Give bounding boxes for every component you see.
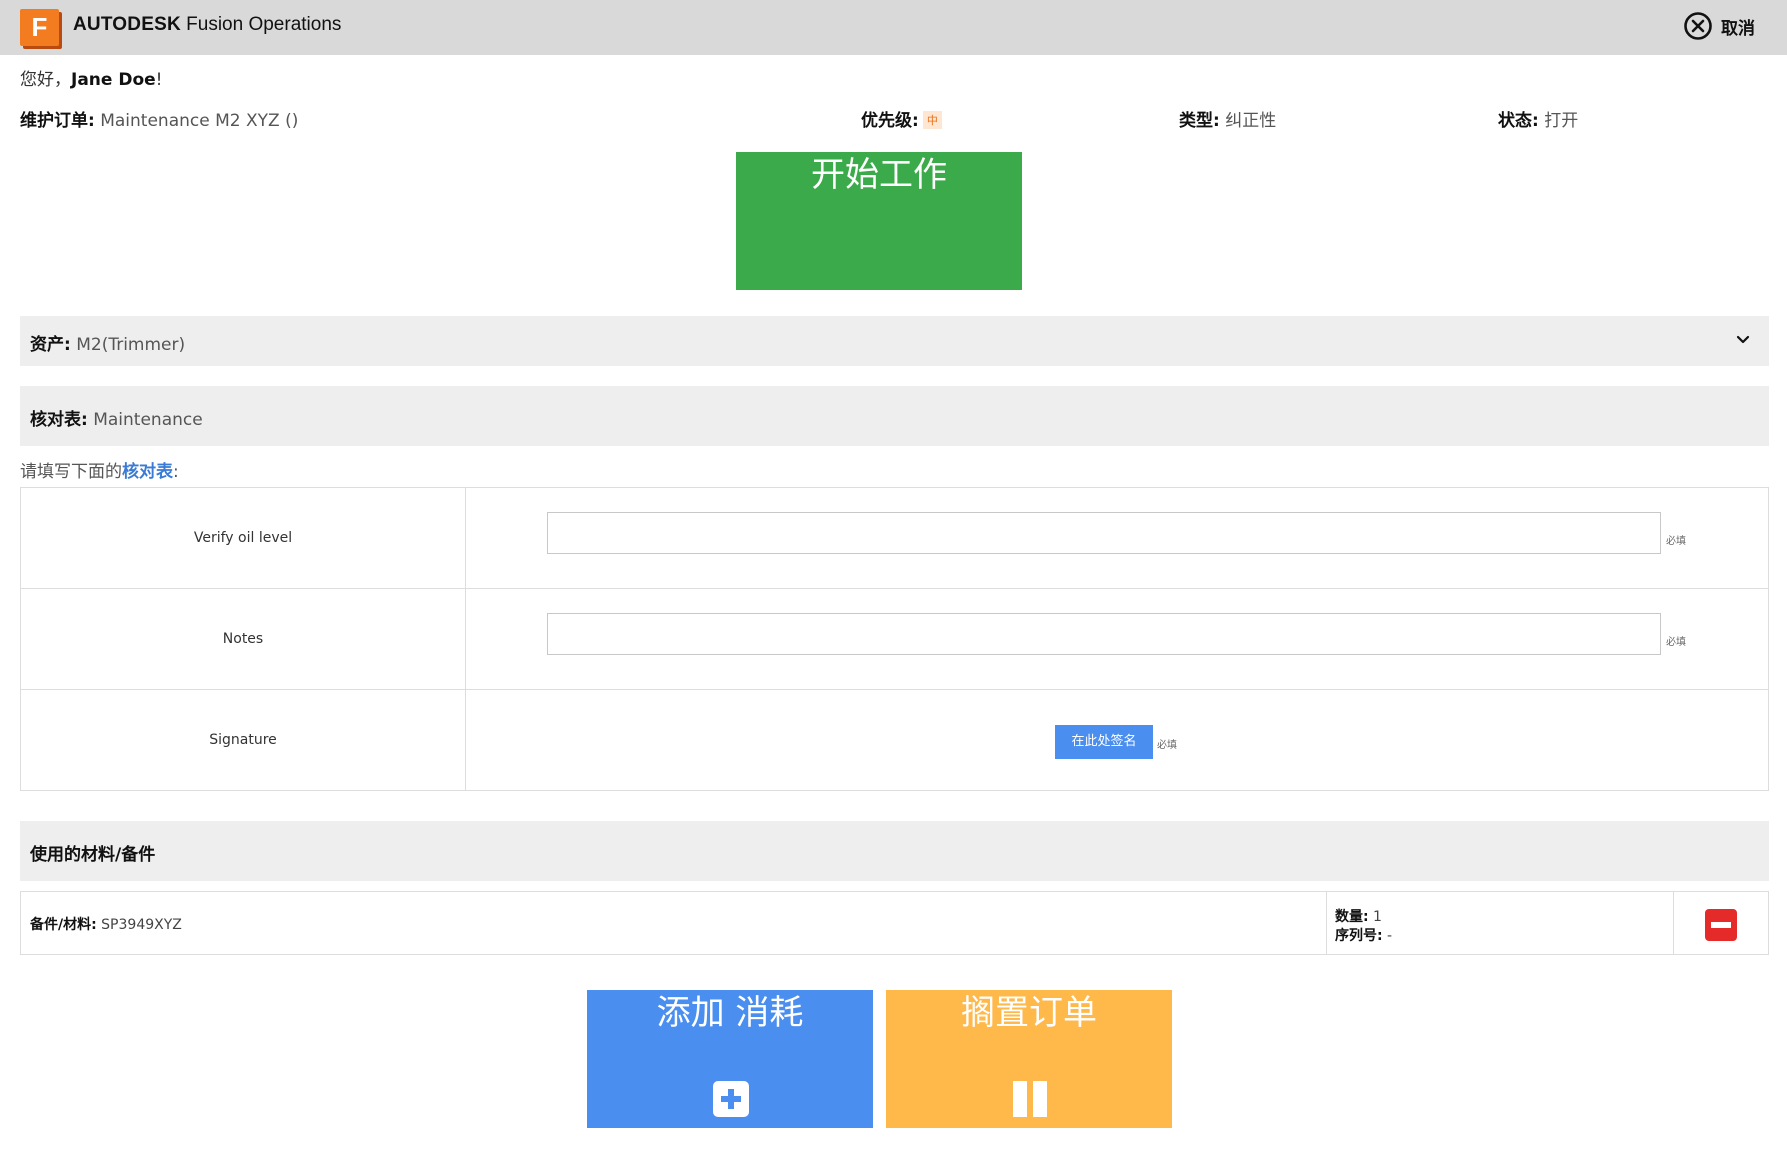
greeting-prefix: 您好， — [20, 70, 71, 90]
prompt-suffix: : — [173, 462, 179, 482]
asset-value: M2(Trimmer) — [70, 335, 186, 355]
product-name: Fusion Operations — [180, 14, 342, 35]
checklist-table: Verify oil level 必填 Notes 必填 Signature 在… — [20, 487, 1769, 791]
pause-icon — [1012, 1081, 1048, 1117]
status-label: 状态: — [1498, 111, 1539, 131]
quantity-line: 数量: 1 — [1335, 906, 1382, 926]
brand-name: AUTODESK — [73, 14, 181, 35]
priority-label: 优先级: — [861, 111, 919, 131]
top-bar: F AUTODESK Fusion Operations 取消 — [0, 0, 1787, 55]
serial-line: 序列号: - — [1335, 925, 1392, 945]
verify-oil-level-input[interactable] — [547, 512, 1661, 554]
cancel-label: 取消 — [1721, 18, 1755, 39]
checklist-item-label: Notes — [21, 589, 466, 689]
type-label: 类型: — [1179, 111, 1220, 131]
checklist-label: 核对表: — [30, 410, 88, 430]
plus-square-icon — [713, 1081, 749, 1117]
checklist-row: Signature 在此处签名 必填 — [21, 690, 1768, 790]
type-info: 类型: 纠正性 — [1179, 106, 1276, 131]
greeting-suffix: ! — [155, 70, 163, 90]
material-part: 备件/材料: SP3949XYZ — [30, 914, 182, 934]
type-value: 纠正性 — [1219, 111, 1277, 131]
order-label: 维护订单: — [20, 111, 95, 131]
serial-value: - — [1382, 928, 1393, 944]
hold-order-button[interactable]: 搁置订单 — [886, 990, 1172, 1128]
materials-title: 使用的材料/备件 — [30, 840, 155, 865]
sign-here-button[interactable]: 在此处签名 — [1055, 725, 1153, 759]
cancel-button[interactable]: 取消 — [1683, 11, 1755, 41]
checklist-prompt: 请填写下面的核对表: — [20, 457, 179, 482]
close-circle-icon — [1684, 12, 1712, 40]
status-value: 打开 — [1538, 111, 1579, 131]
quantity-label: 数量: — [1335, 909, 1369, 925]
quantity-value: 1 — [1368, 909, 1382, 925]
checklist-item-label: Signature — [21, 690, 466, 790]
add-consumption-label: 添加 消耗 — [656, 993, 804, 1033]
asset-text: 资产: M2(Trimmer) — [30, 330, 185, 355]
checklist-link[interactable]: 核对表 — [122, 462, 173, 482]
add-consumption-button[interactable]: 添加 消耗 — [587, 990, 873, 1128]
serial-label: 序列号: — [1335, 928, 1383, 944]
asset-label: 资产: — [30, 335, 71, 355]
order-info: 维护订单: Maintenance M2 XYZ () — [20, 106, 298, 131]
fusion-logo: F — [20, 9, 62, 49]
notes-input[interactable] — [547, 613, 1661, 655]
app-title: AUTODESK Fusion Operations — [73, 13, 341, 37]
priority-badge: 中 — [922, 111, 942, 129]
logo-letter: F — [20, 9, 59, 46]
checklist-text: 核对表: Maintenance — [30, 405, 203, 430]
materials-title-text: 使用的材料/备件 — [30, 845, 156, 865]
chevron-down-icon[interactable] — [1735, 331, 1751, 347]
required-marker: 必填 — [1157, 740, 1177, 751]
asset-section[interactable]: 资产: M2(Trimmer) — [20, 316, 1769, 366]
checklist-row: Verify oil level 必填 — [21, 488, 1768, 589]
remove-icon[interactable] — [1705, 909, 1737, 941]
part-value: SP3949XYZ — [96, 917, 182, 933]
order-value: Maintenance M2 XYZ () — [94, 111, 299, 131]
prompt-prefix: 请填写下面的 — [20, 462, 122, 482]
material-row: 备件/材料: SP3949XYZ 数量: 1 序列号: - — [20, 891, 1769, 955]
materials-section: 使用的材料/备件 — [20, 821, 1769, 881]
priority-info: 优先级: 中 — [861, 106, 942, 131]
greeting: 您好，Jane Doe! — [20, 65, 163, 90]
status-info: 状态: 打开 — [1498, 106, 1578, 131]
start-work-button[interactable]: 开始工作 — [736, 152, 1022, 290]
material-quantity-cell: 数量: 1 序列号: - — [1326, 892, 1674, 954]
part-label: 备件/材料: — [30, 917, 97, 933]
hold-order-label: 搁置订单 — [961, 993, 1097, 1033]
checklist-value: Maintenance — [87, 410, 203, 430]
checklist-section: 核对表: Maintenance — [20, 386, 1769, 446]
required-marker: 必填 — [1666, 536, 1686, 547]
checklist-item-label: Verify oil level — [21, 488, 466, 588]
checklist-row: Notes 必填 — [21, 589, 1768, 690]
user-name: Jane Doe — [71, 70, 156, 90]
required-marker: 必填 — [1666, 637, 1686, 648]
